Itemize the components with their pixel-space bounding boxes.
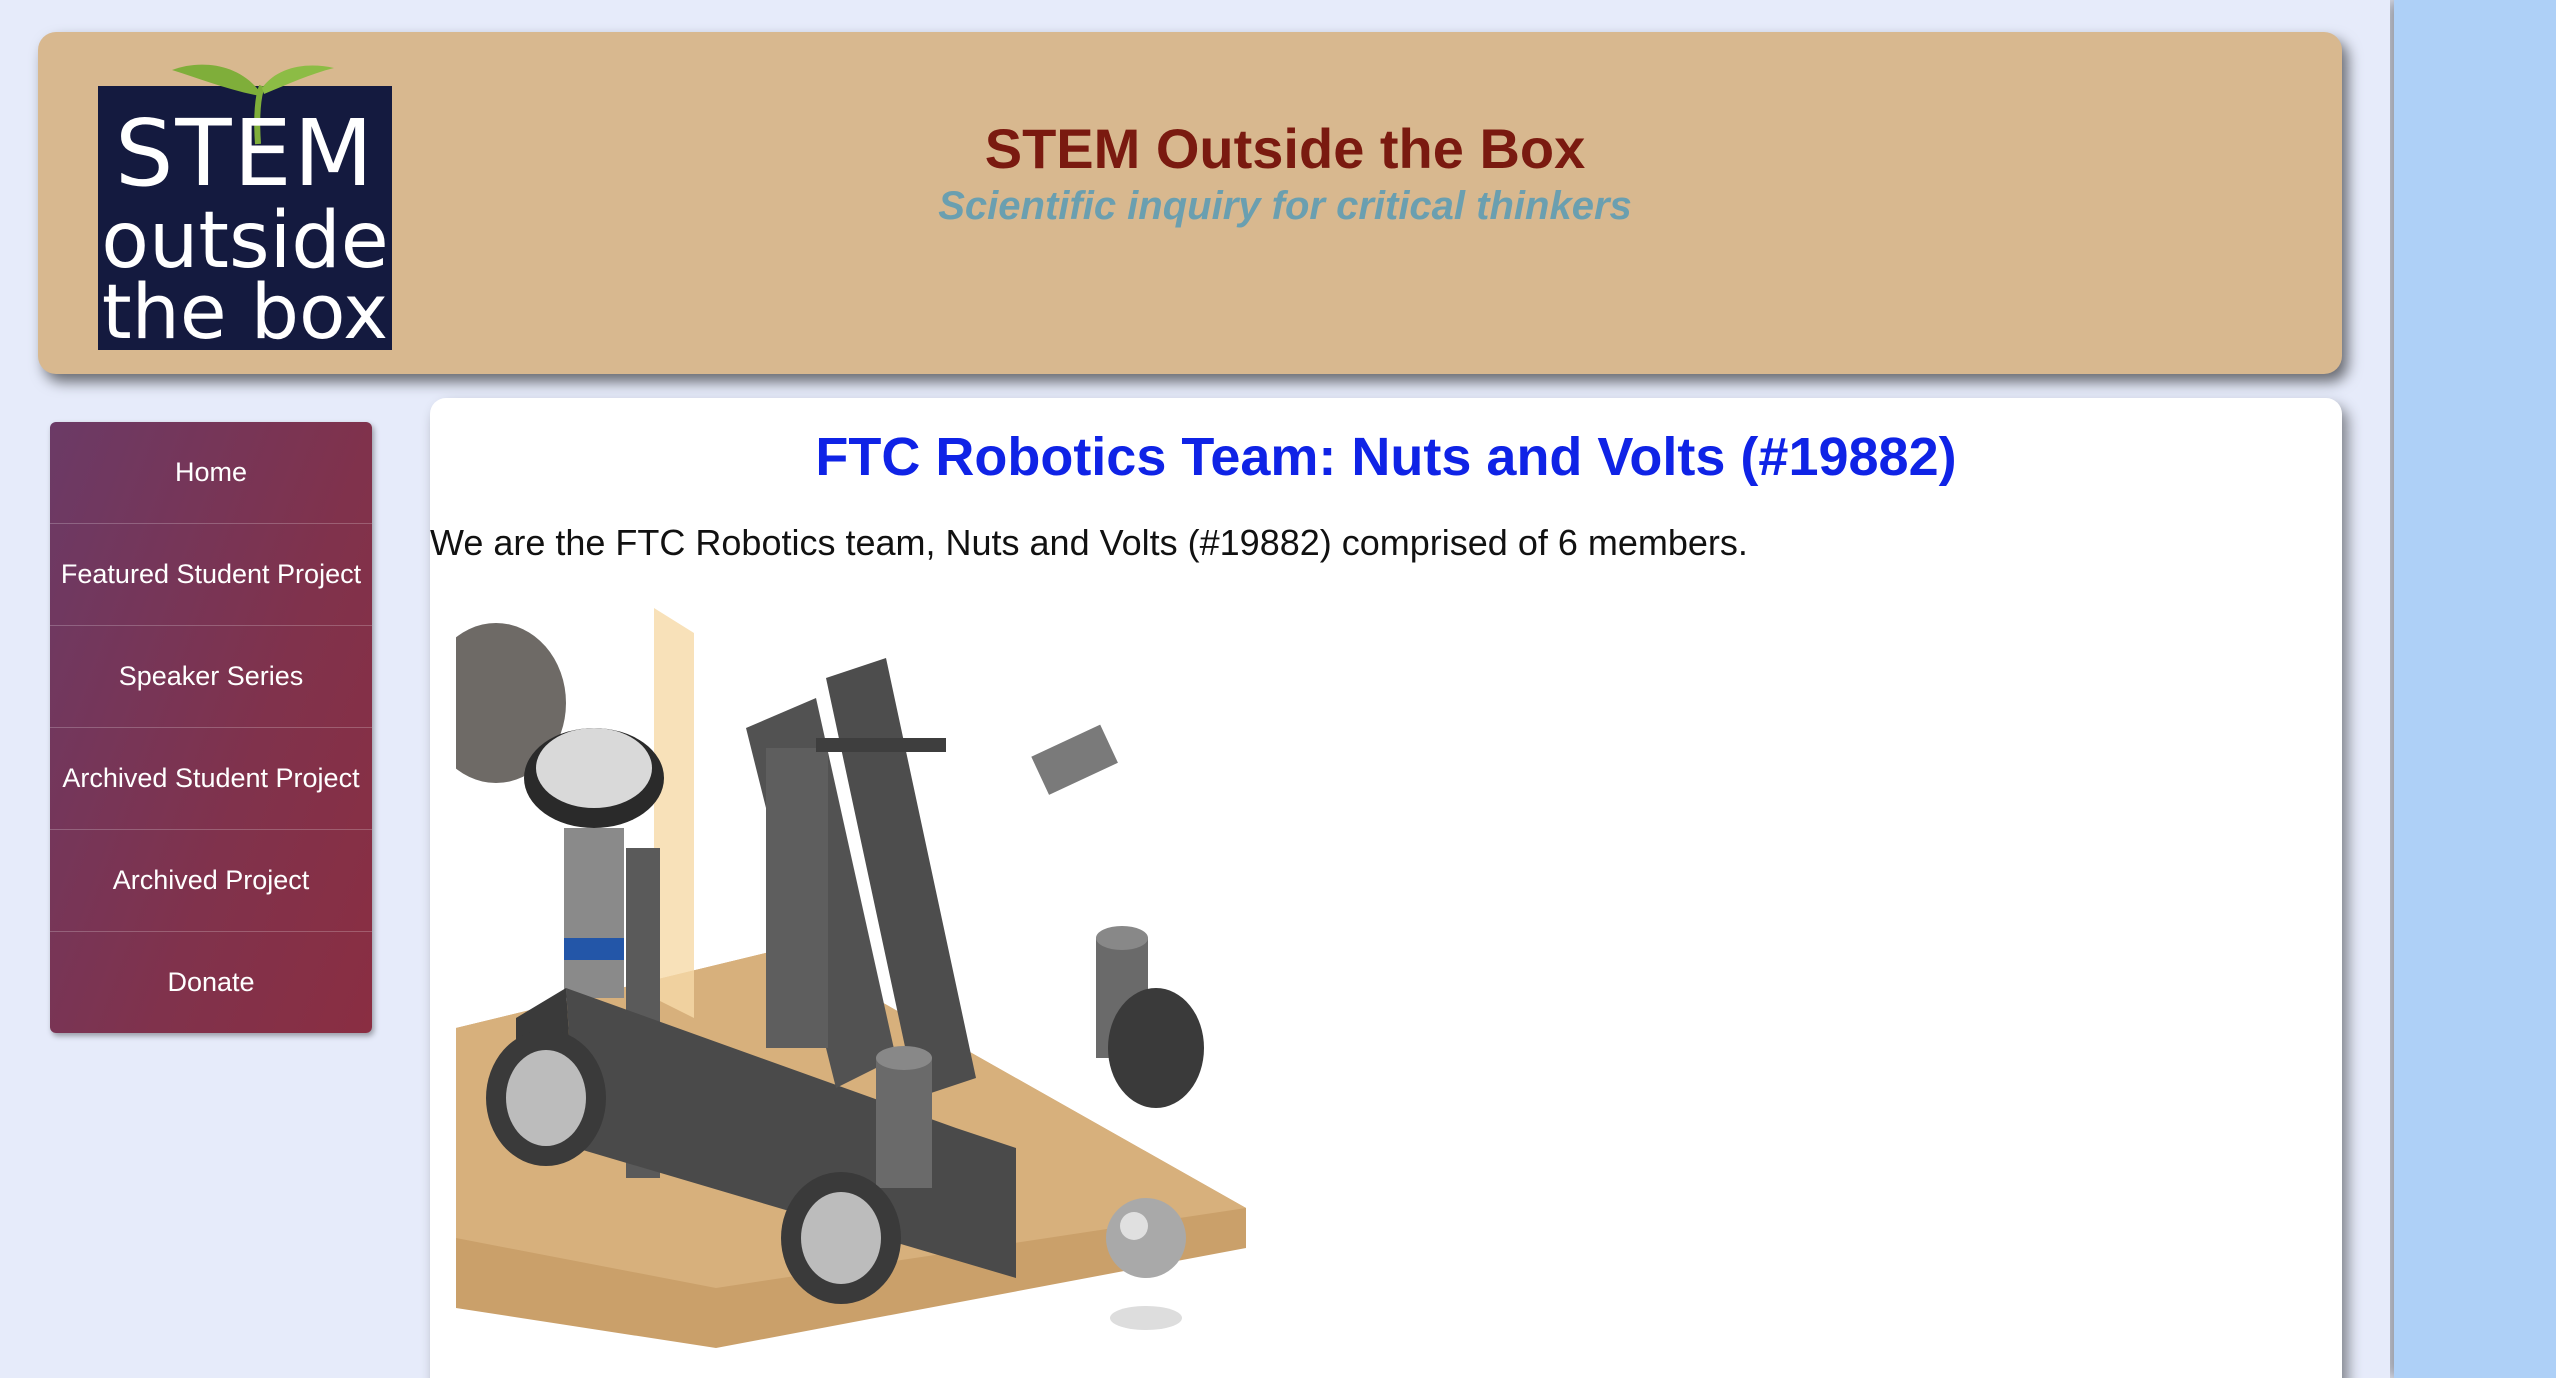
nav-item-donate[interactable]: Donate <box>50 932 372 1033</box>
nav-item-archived-student-project[interactable]: Archived Student Project <box>50 728 372 830</box>
logo-text-the-box: the box <box>101 267 389 356</box>
main-content: FTC Robotics Team: Nuts and Volts (#1988… <box>430 398 2342 1378</box>
nav-item-speaker-series[interactable]: Speaker Series <box>50 626 372 728</box>
nav-item-archived-project[interactable]: Archived Project <box>50 830 372 932</box>
page-title: FTC Robotics Team: Nuts and Volts (#1988… <box>815 427 1957 487</box>
page: STEM outside the box STEM Outside the Bo… <box>0 0 2390 1378</box>
robot-cad-image <box>456 608 1246 1348</box>
site-title: STEM Outside the Box <box>984 117 1586 180</box>
intro-text: We are the FTC Robotics team, Nuts and V… <box>430 522 1748 563</box>
window-background <box>2394 0 2556 1378</box>
nav-item-featured-student-project[interactable]: Featured Student Project <box>50 524 372 626</box>
sidebar-nav: Home Featured Student Project Speaker Se… <box>50 422 372 1033</box>
site-header: STEM outside the box STEM Outside the Bo… <box>38 32 2342 374</box>
nav-item-home[interactable]: Home <box>50 422 372 524</box>
site-tagline: Scientific inquiry for critical thinkers <box>938 184 1632 228</box>
